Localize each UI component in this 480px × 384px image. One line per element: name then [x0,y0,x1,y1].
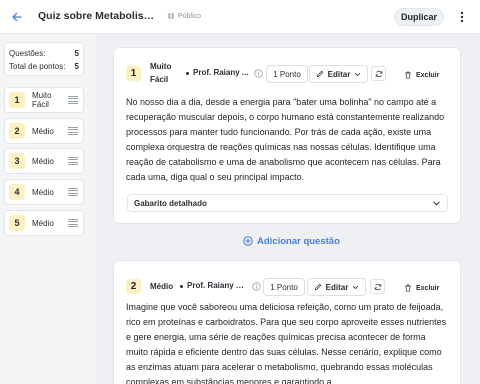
question-number-badge: 4 [9,184,25,200]
regenerate-button[interactable] [371,66,386,81]
info-icon[interactable] [252,282,261,291]
trash-icon [405,71,411,79]
question-number-badge: 3 [9,153,25,169]
refresh-icon [374,283,381,290]
drag-handle-icon[interactable] [68,218,78,228]
difficulty-line-1: Muito [150,62,172,71]
answer-key-label: Gabarito detalhado [134,198,207,208]
drag-handle-icon[interactable] [68,187,78,197]
question-number-badge: 2 [9,123,25,139]
pencil-icon [314,283,321,291]
delete-label: Excluir [416,284,440,292]
drag-handle-icon[interactable] [68,95,78,105]
question-number-badge: 5 [9,215,25,231]
back-button[interactable] [8,8,26,26]
refresh-icon [375,70,382,77]
total-points-value: 5 [74,62,79,71]
questions-count-label: Questões: [9,49,46,58]
top-bar: Quiz sobre Metabolismo Ce... Público Dup… [0,0,480,34]
question-difficulty-label: Muito Fácil [32,91,52,109]
delete-button[interactable]: Excluir [404,67,439,83]
question-difficulty-label: Médio [32,156,54,166]
add-question-label: Adicionar questão [257,235,340,247]
delete-button[interactable]: Excluir [404,280,439,296]
questions-count-value: 5 [74,49,79,58]
total-points-label: Total de pontos: [9,62,66,71]
visibility-status: Público [167,12,201,20]
question-card: 2 Médio Prof. Raiany M... 1 Ponto Editar… [113,260,461,384]
sidebar-question-4[interactable]: 4 Médio [4,179,84,205]
drag-handle-icon[interactable] [68,126,78,136]
author-name: Prof. Raiany ... [193,68,249,77]
question-difficulty-label: Médio [32,218,54,228]
drag-handle-icon[interactable] [68,156,78,166]
quiz-stats: Questões: 5 Total de pontos: 5 [4,42,84,76]
duplicate-button[interactable]: Duplicar [394,8,444,26]
question-number-badge: 2 [126,279,141,294]
question-difficulty-label: Médio [32,187,54,197]
sidebar-question-1[interactable]: 1 Muito Fácil [4,87,84,113]
trash-icon [405,284,411,292]
chevron-down-icon [433,201,440,206]
edit-button[interactable]: Editar [307,278,366,296]
question-number-badge: 1 [126,66,141,81]
chevron-down-icon [355,72,361,76]
question-sidebar: Questões: 5 Total de pontos: 5 1 Muito Fác… [0,34,96,384]
difficulty-line-2: Fácil [150,75,169,84]
sidebar-question-5[interactable]: 5 Médio [4,210,84,236]
more-vertical-icon [460,11,464,23]
globe-icon [167,12,175,20]
answer-key-dropdown[interactable]: Gabarito detalhado [127,194,448,212]
sidebar-question-3[interactable]: 3 Médio [4,148,84,174]
edit-label: Editar [327,69,351,79]
question-text: Imagine que você saboreou uma deliciosa … [126,302,447,384]
delete-label: Excluir [416,71,440,79]
pencil-icon [316,70,323,78]
difficulty-label: Médio [150,282,174,291]
author-name: Prof. Raiany M... [187,281,248,290]
add-question-button[interactable]: Adicionar questão [243,234,340,248]
separator-dot [180,285,183,288]
quiz-title: Quiz sobre Metabolismo Ce... [38,10,160,22]
question-card-header: 1 Muito Fácil Prof. Raiany ... 1 Ponto E… [126,60,450,86]
more-options-button[interactable] [455,9,469,25]
visibility-label: Público [178,12,201,20]
question-card: 1 Muito Fácil Prof. Raiany ... 1 Ponto E… [113,47,461,224]
difficulty-label: Muito Fácil [150,60,171,86]
regenerate-button[interactable] [370,279,385,294]
question-text: No nosso dia a dia, desde a energia para… [126,97,445,182]
sidebar-question-2[interactable]: 2 Médio [4,118,84,144]
question-editor: 1 Muito Fácil Prof. Raiany ... 1 Ponto E… [96,34,480,384]
points-button[interactable]: 1 Ponto [266,65,308,83]
edit-label: Editar [325,282,349,292]
edit-button[interactable]: Editar [309,65,368,83]
question-difficulty-label: Médio [32,126,54,136]
arrow-left-icon [12,12,22,22]
question-card-header: 2 Médio Prof. Raiany M... 1 Ponto Editar… [126,273,450,299]
info-icon[interactable] [254,69,263,78]
plus-circle-icon [243,236,253,246]
separator-dot [186,72,189,75]
question-number-badge: 1 [9,92,25,108]
chevron-down-icon [353,285,359,289]
points-button[interactable]: 1 Ponto [263,278,305,296]
